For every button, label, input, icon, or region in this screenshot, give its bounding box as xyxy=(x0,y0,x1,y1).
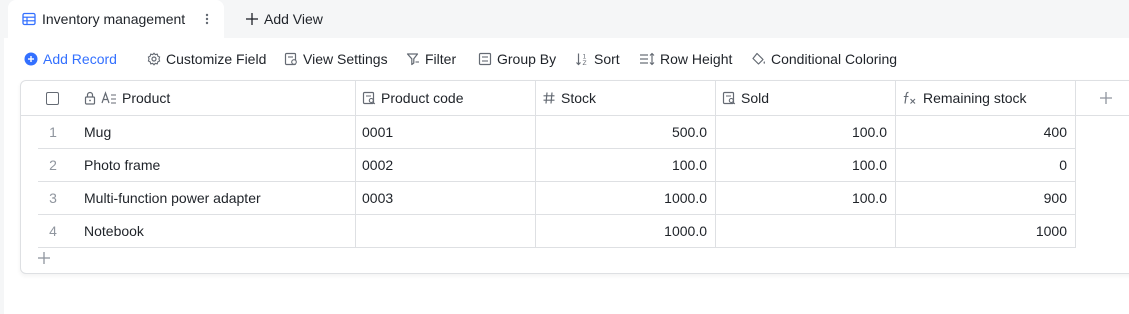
lock-icon xyxy=(84,91,96,105)
column-header-label: Stock xyxy=(561,90,597,106)
add-field-plus-icon[interactable] xyxy=(1099,91,1113,105)
sort-label: Sort xyxy=(594,51,620,67)
tab-label: Inventory management xyxy=(42,11,186,27)
column-header-product-code[interactable]: Product code xyxy=(356,81,536,115)
row-divider xyxy=(38,247,1076,248)
add-record-button[interactable]: Add Record xyxy=(24,51,117,67)
data-grid: Product Product code Stock Sold Remainin… xyxy=(20,80,1129,274)
view-tab-bar: Inventory management Add View xyxy=(0,0,1129,38)
view-content: Add Record Customize Field View Settings… xyxy=(4,38,1129,314)
column-header-stock[interactable]: Stock xyxy=(536,81,716,115)
cell-product-code[interactable] xyxy=(356,215,536,247)
cell-stock[interactable]: 500.0 xyxy=(536,116,716,148)
column-header-sold[interactable]: Sold xyxy=(716,81,896,115)
lookup-field-icon xyxy=(722,91,736,105)
row-index: 4 xyxy=(49,223,57,239)
column-header-remaining-stock[interactable]: Remaining stock xyxy=(896,81,1076,115)
grid-header: Product Product code Stock Sold Remainin… xyxy=(21,81,1129,116)
row-height-icon xyxy=(640,52,655,66)
view-settings-button[interactable]: View Settings xyxy=(284,51,388,67)
add-row-plus-icon[interactable] xyxy=(37,251,51,265)
cell-product[interactable]: Notebook xyxy=(84,215,356,247)
paint-bucket-icon xyxy=(752,52,765,65)
table-row[interactable]: 2 Photo frame 0002 100.0 100.0 0 xyxy=(21,149,1076,181)
formula-icon xyxy=(903,91,916,104)
add-circle-icon xyxy=(24,52,38,66)
row-height-label: Row Height xyxy=(660,51,733,67)
cell-sold[interactable]: 100.0 xyxy=(716,116,896,148)
tab-inventory-management[interactable]: Inventory management xyxy=(8,0,224,38)
row-index: 1 xyxy=(49,124,57,140)
group-by-button[interactable]: Group By xyxy=(478,51,556,67)
column-header-label: Product code xyxy=(381,90,464,106)
table-row[interactable]: 1 Mug 0001 500.0 100.0 400 xyxy=(21,116,1076,148)
cell-stock[interactable]: 100.0 xyxy=(536,149,716,181)
view-settings-icon xyxy=(284,52,297,66)
cell-product-code[interactable]: 0001 xyxy=(356,116,536,148)
cell-sold[interactable] xyxy=(716,215,896,247)
conditional-coloring-button[interactable]: Conditional Coloring xyxy=(752,51,897,67)
customize-field-button[interactable]: Customize Field xyxy=(147,51,266,67)
svg-text:Z: Z xyxy=(583,60,587,66)
add-record-label: Add Record xyxy=(43,51,117,67)
more-vertical-icon[interactable] xyxy=(204,11,210,27)
grid-icon xyxy=(22,12,36,26)
cell-remaining-stock[interactable]: 1000 xyxy=(896,215,1076,247)
gear-icon xyxy=(147,52,161,66)
sort-icon: 1 Z xyxy=(576,53,587,66)
column-header-label: Sold xyxy=(741,90,770,106)
text-field-icon xyxy=(101,91,116,104)
cell-stock[interactable]: 1000.0 xyxy=(536,182,716,214)
table-row[interactable]: 4 Notebook 1000.0 1000 xyxy=(21,215,1076,247)
view-settings-label: View Settings xyxy=(303,51,388,67)
lookup-field-icon xyxy=(362,91,376,105)
group-by-label: Group By xyxy=(497,51,557,67)
cell-remaining-stock[interactable]: 900 xyxy=(896,182,1076,214)
plus-icon xyxy=(246,13,258,25)
cell-stock[interactable]: 1000.0 xyxy=(536,215,716,247)
cell-sold[interactable]: 100.0 xyxy=(716,149,896,181)
row-index: 2 xyxy=(49,157,57,173)
group-by-icon xyxy=(478,52,492,66)
table-row[interactable]: 3 Multi-function power adapter 0003 1000… xyxy=(21,182,1076,214)
filter-button[interactable]: Filter xyxy=(406,51,456,67)
add-view-label: Add View xyxy=(264,11,323,27)
cell-sold[interactable]: 100.0 xyxy=(716,182,896,214)
cell-remaining-stock[interactable]: 0 xyxy=(896,149,1076,181)
column-header-label: Product xyxy=(122,90,171,106)
cell-product[interactable]: Mug xyxy=(84,116,356,148)
column-header-product[interactable]: Product xyxy=(84,81,356,115)
number-field-icon xyxy=(543,92,555,104)
sort-button[interactable]: 1 Z Sort xyxy=(575,51,620,67)
select-all-cell xyxy=(21,81,84,115)
customize-field-label: Customize Field xyxy=(166,51,267,67)
conditional-coloring-label: Conditional Coloring xyxy=(771,51,898,67)
cell-remaining-stock[interactable]: 400 xyxy=(896,116,1076,148)
row-index: 3 xyxy=(49,190,57,206)
toolbar: Add Record Customize Field View Settings… xyxy=(4,38,1129,80)
cell-product-code[interactable]: 0002 xyxy=(356,149,536,181)
cell-product[interactable]: Photo frame xyxy=(84,149,356,181)
row-height-button[interactable]: Row Height xyxy=(639,51,732,67)
cell-product-code[interactable]: 0003 xyxy=(356,182,536,214)
filter-icon xyxy=(406,53,419,66)
add-view-button[interactable]: Add View xyxy=(245,11,323,27)
select-all-checkbox[interactable] xyxy=(46,91,59,105)
cell-product[interactable]: Multi-function power adapter xyxy=(84,182,356,214)
column-header-label: Remaining stock xyxy=(923,90,1027,106)
filter-label: Filter xyxy=(425,51,457,67)
